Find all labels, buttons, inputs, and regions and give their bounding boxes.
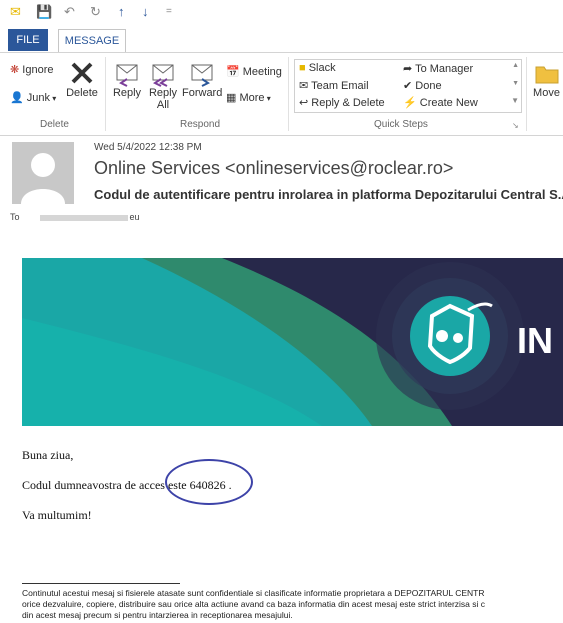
gallery-expand[interactable]: ▼ [511, 96, 519, 105]
meeting-icon: 📅 [226, 66, 240, 78]
email-banner: IN [22, 258, 563, 426]
ignore-label: Ignore [22, 64, 54, 76]
code-prefix: Codul dumneavostra de acces este [22, 478, 187, 492]
move-button[interactable]: Move [530, 59, 563, 99]
group-separator [105, 57, 106, 131]
to-manager-icon: ➦ [403, 63, 413, 75]
meeting-button[interactable]: 📅 Meeting [226, 65, 282, 78]
quick-step-done[interactable]: ✔ Done [403, 79, 442, 92]
tab-message[interactable]: MESSAGE [58, 29, 126, 52]
check-icon: ✔ [403, 80, 413, 92]
disclaimer-line-1: Continutul acestui mesaj si fisierele at… [22, 588, 485, 598]
message-date: Wed 5/4/2022 12:38 PM [94, 142, 202, 153]
quick-step-reply-delete[interactable]: ↩ Reply & Delete [299, 96, 385, 109]
delete-icon [71, 62, 93, 84]
banner-graphic [22, 258, 524, 426]
junk-button[interactable]: 👤 Junk ▾ [10, 91, 56, 104]
closing: Va multumim! [22, 508, 92, 522]
quick-step-to-manager[interactable]: ➦ To Manager [403, 62, 473, 75]
tab-file[interactable]: FILE [8, 29, 48, 51]
gallery-scroll-up[interactable]: ▲ [512, 62, 519, 69]
to-label: To [10, 212, 20, 222]
chevron-down-icon: ▾ [264, 94, 271, 103]
redo-icon[interactable]: ↻ [90, 4, 101, 20]
forward-label: Forward [182, 87, 223, 99]
delete-label: Delete [66, 87, 98, 99]
more-icon: ▦ [226, 92, 237, 104]
ribbon: ❋ Ignore 👤 Junk ▾ Delete Delete Reply Re… [0, 52, 563, 136]
quick-step-slack[interactable]: ■ Slack [299, 62, 336, 74]
up-arrow-icon[interactable]: ↑ [118, 4, 125, 19]
redacted-recipient [39, 214, 128, 221]
highlight-ellipse [165, 459, 253, 505]
slack-icon: ■ [299, 62, 306, 74]
recipient-suffix: eu [129, 212, 140, 222]
avatar [12, 142, 74, 204]
dialog-launcher-icon[interactable]: ↘ [512, 121, 519, 130]
group-label-respond: Respond [180, 119, 221, 130]
lightning-icon: ⚡ [403, 97, 417, 109]
move-label: Move [533, 87, 560, 99]
sender[interactable]: Online Services <onlineservices@roclear.… [94, 158, 453, 179]
junk-icon: 👤 [10, 92, 24, 104]
more-label: More [239, 92, 265, 104]
more-button[interactable]: ▦ More ▾ [226, 91, 271, 104]
quick-step-team-email[interactable]: ✉ Team Email [299, 79, 369, 92]
chevron-down-icon: ▾ [50, 94, 57, 103]
undo-icon[interactable]: ↶ [64, 4, 75, 20]
greeting: Buna ziua, [22, 448, 74, 462]
disclaimer-line-3: din acest mesaj precum si pentru intarzi… [22, 610, 293, 620]
reply-button[interactable]: Reply [110, 59, 144, 99]
group-separator [526, 57, 527, 131]
reply-all-label-2: All [156, 99, 170, 111]
signature-divider [22, 583, 180, 584]
ignore-icon: ❋ [10, 64, 20, 76]
quick-access-toolbar: ✉ 💾 ↶ ↻ ↑ ↓ = [0, 0, 563, 24]
person-icon [21, 153, 65, 204]
forward-button[interactable]: Forward [182, 59, 222, 99]
mail-icon: ✉ [10, 4, 21, 19]
folder-icon [535, 66, 558, 84]
gallery-scroll-down[interactable]: ▼ [512, 80, 519, 87]
ignore-button[interactable]: ❋ Ignore [10, 63, 53, 76]
quick-step-create-new[interactable]: ⚡ Create New [403, 96, 478, 109]
group-separator [288, 57, 289, 131]
forward-icon [191, 64, 213, 87]
message-subject: Codul de autentificare pentru inrolarea … [94, 187, 563, 202]
reply-label: Reply [112, 87, 142, 99]
recipient-row: To eu [10, 212, 140, 222]
reply-delete-icon: ↩ [299, 97, 309, 109]
delete-button[interactable]: Delete [64, 59, 100, 99]
quick-steps-gallery: ■ Slack ✉ Team Email ↩ Reply & Delete ➦ … [294, 59, 522, 113]
customize-icon[interactable]: = [166, 6, 172, 17]
save-icon[interactable]: 💾 [36, 4, 52, 20]
meeting-label: Meeting [242, 66, 282, 78]
junk-label: Junk [26, 92, 51, 104]
team-email-icon: ✉ [299, 80, 309, 92]
reply-all-button[interactable]: Reply All [146, 59, 180, 111]
group-label-delete: Delete [40, 119, 69, 130]
disclaimer-line-2: orice dezvaluire, copiere, distribuire s… [22, 599, 485, 609]
group-label-quick-steps: Quick Steps [374, 119, 428, 130]
reply-all-label-1: Reply [148, 87, 178, 99]
reply-icon [116, 64, 138, 87]
reply-all-icon [152, 64, 174, 87]
banner-text: IN [517, 320, 553, 361]
ribbon-tabs: FILE MESSAGE [0, 29, 563, 52]
down-arrow-icon[interactable]: ↓ [142, 4, 149, 19]
